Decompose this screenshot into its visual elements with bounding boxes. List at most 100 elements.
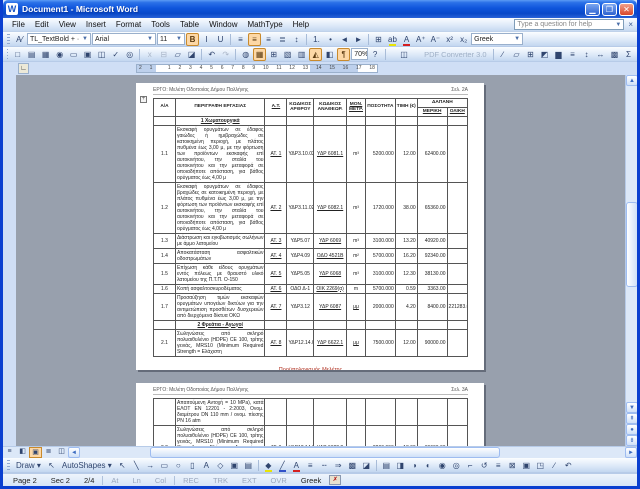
text-box-icon[interactable]: ▯ bbox=[186, 459, 199, 472]
format-object-icon[interactable]: ◳ bbox=[534, 459, 547, 472]
contrast-more-icon[interactable]: ◑ bbox=[408, 459, 421, 472]
autoshapes-menu-button[interactable]: AutoShapes ▾ bbox=[59, 461, 115, 470]
grow-font-button[interactable]: A⁺ bbox=[414, 33, 428, 46]
decrease-indent-button[interactable]: ◄ bbox=[338, 33, 351, 46]
tables-and-borders-button[interactable]: ▦ bbox=[253, 48, 266, 61]
toolbar-grip[interactable] bbox=[7, 460, 10, 471]
line-style-icon[interactable]: ≡ bbox=[304, 459, 317, 472]
scroll-down-icon[interactable]: ▼ bbox=[626, 402, 637, 413]
font-size-combo[interactable]: 11▼ bbox=[157, 33, 185, 45]
reading-layout-button[interactable]: ◫ bbox=[55, 447, 68, 458]
print-button[interactable]: ▣ bbox=[81, 48, 94, 61]
open-button[interactable]: ▤ bbox=[25, 48, 38, 61]
insert-table-button[interactable]: ⊞ bbox=[267, 48, 280, 61]
shadow-style-icon[interactable]: ▩ bbox=[346, 459, 359, 472]
read-button[interactable]: ◫ Read bbox=[388, 48, 420, 61]
font-color-button[interactable]: A bbox=[400, 33, 413, 46]
outline-view-button[interactable]: ≣ bbox=[42, 447, 55, 458]
menu-insert[interactable]: Insert bbox=[81, 19, 111, 30]
next-page-icon[interactable]: ⇟ bbox=[626, 435, 637, 446]
help-search-input[interactable]: Type a question for help ▼ bbox=[514, 19, 624, 30]
research-button[interactable]: ◎ bbox=[123, 48, 136, 61]
rectangle-icon[interactable]: ▭ bbox=[158, 459, 171, 472]
autosum-button[interactable]: Σ bbox=[622, 48, 635, 61]
insert-chart-button[interactable]: ▆ bbox=[552, 48, 565, 61]
help-button[interactable]: ? bbox=[369, 48, 382, 61]
line-color-icon[interactable]: ╱ bbox=[276, 459, 289, 472]
shrink-font-button[interactable]: A⁻ bbox=[429, 33, 443, 46]
format-painter-button[interactable]: ◪ bbox=[185, 48, 198, 61]
horizontal-ruler[interactable]: 21123456789101112131415161718 bbox=[136, 64, 378, 73]
select-pointer-icon[interactable]: ↖ bbox=[45, 459, 58, 472]
previous-page-icon[interactable]: ⇞ bbox=[626, 413, 637, 424]
zoom-combo[interactable]: 70%▼ bbox=[351, 48, 367, 60]
align-left-button[interactable]: ≡ bbox=[234, 33, 247, 46]
normal-view-button[interactable]: ≡ bbox=[3, 447, 16, 458]
document-map-button[interactable]: ◧ bbox=[323, 48, 336, 61]
document-page-2[interactable]: ΕΡΓΟ: Μελέτη Οδοποιίας Δήμου Παλλήνης Σε… bbox=[136, 383, 484, 446]
drawing-button[interactable]: ◭ bbox=[309, 48, 322, 61]
menu-tools[interactable]: Tools bbox=[146, 19, 175, 30]
insert-hyperlink-button[interactable]: ◍ bbox=[239, 48, 252, 61]
status-trk-toggle[interactable]: TRK bbox=[207, 476, 234, 485]
superscript-button[interactable]: x² bbox=[443, 33, 456, 46]
table-autoformat-button[interactable]: ▩ bbox=[608, 48, 621, 61]
table-move-handle[interactable]: + bbox=[140, 96, 147, 103]
3d-style-icon[interactable]: ◪ bbox=[360, 459, 373, 472]
spelling-status-icon[interactable]: ✗ bbox=[329, 475, 341, 485]
borders-button[interactable]: ⊞ bbox=[372, 33, 385, 46]
horizontal-scroll-thumb[interactable] bbox=[150, 447, 500, 458]
subscript-button[interactable]: x₂ bbox=[457, 33, 470, 46]
status-rec-toggle[interactable]: REC bbox=[177, 476, 205, 485]
compress-icon[interactable]: ⊠ bbox=[506, 459, 519, 472]
numbering-button[interactable]: 1. bbox=[310, 33, 323, 46]
cut-button[interactable]: x bbox=[143, 48, 156, 61]
brightness-less-icon[interactable]: ◎ bbox=[450, 459, 463, 472]
scroll-left-icon[interactable]: ◄ bbox=[68, 447, 80, 458]
distribute-rows-button[interactable]: ↕ bbox=[580, 48, 593, 61]
align-right-button[interactable]: ≡ bbox=[262, 33, 275, 46]
styles-and-formatting-icon[interactable]: A⁄ bbox=[13, 33, 26, 46]
print-preview-button[interactable]: ◫ bbox=[95, 48, 108, 61]
color-icon[interactable]: ◨ bbox=[394, 459, 407, 472]
font-combo[interactable]: Arial▼ bbox=[92, 33, 156, 45]
clip-art-icon[interactable]: ▣ bbox=[228, 459, 241, 472]
redo-button[interactable]: ↷ bbox=[219, 48, 232, 61]
font-color-icon[interactable]: A bbox=[290, 459, 303, 472]
increase-indent-button[interactable]: ► bbox=[352, 33, 365, 46]
border-style-button[interactable]: ⊞ bbox=[524, 48, 537, 61]
vertical-scroll-thumb[interactable] bbox=[626, 202, 637, 287]
line-style2-icon[interactable]: ≡ bbox=[492, 459, 505, 472]
status-ovr-toggle[interactable]: OVR bbox=[265, 476, 293, 485]
insert-excel-button[interactable]: ▧ bbox=[281, 48, 294, 61]
menu-table[interactable]: Table bbox=[175, 19, 204, 30]
status-ext-toggle[interactable]: EXT bbox=[236, 476, 263, 485]
underline-button[interactable]: U bbox=[214, 33, 227, 46]
select-browse-object-icon[interactable]: ● bbox=[626, 424, 637, 435]
bold-button[interactable]: B bbox=[186, 33, 199, 46]
close-button[interactable]: ✕ bbox=[619, 3, 634, 16]
save-button[interactable]: ▦ bbox=[39, 48, 52, 61]
contrast-less-icon[interactable]: ◐ bbox=[422, 459, 435, 472]
text-wrap-icon[interactable]: ▣ bbox=[520, 459, 533, 472]
print-layout-view-button[interactable]: ▣ bbox=[29, 447, 42, 458]
arrow-style-icon[interactable]: ⇒ bbox=[332, 459, 345, 472]
set-transparent-icon[interactable]: ∕ bbox=[548, 459, 561, 472]
dash-style-icon[interactable]: ╌ bbox=[318, 459, 331, 472]
shading-color-button[interactable]: ◩ bbox=[538, 48, 551, 61]
scroll-right-icon[interactable]: ► bbox=[625, 447, 637, 458]
permission-button[interactable]: ◉ bbox=[53, 48, 66, 61]
menu-format[interactable]: Format bbox=[111, 19, 146, 30]
vertical-scrollbar[interactable]: ▲ ▼ ⇞ ● ⇟ bbox=[625, 75, 637, 446]
menu-view[interactable]: View bbox=[54, 19, 81, 30]
maximize-button[interactable]: ❐ bbox=[602, 3, 617, 16]
undo-button[interactable]: ↶ bbox=[205, 48, 218, 61]
line-spacing-button[interactable]: ↕ bbox=[290, 33, 303, 46]
align-center-button[interactable]: ≡ bbox=[248, 33, 261, 46]
align-cells-button[interactable]: ≡ bbox=[566, 48, 579, 61]
highlight-button[interactable]: ab bbox=[386, 33, 399, 46]
rotate-left-icon[interactable]: ↺ bbox=[478, 459, 491, 472]
menu-window[interactable]: Window bbox=[204, 19, 242, 30]
boq-table-page2[interactable]: Απαιτούμενη Αντοχή = 10 MPa), κατά ΕΛΟΤ … bbox=[153, 398, 468, 446]
show-hide-button[interactable]: ¶ bbox=[337, 48, 350, 61]
